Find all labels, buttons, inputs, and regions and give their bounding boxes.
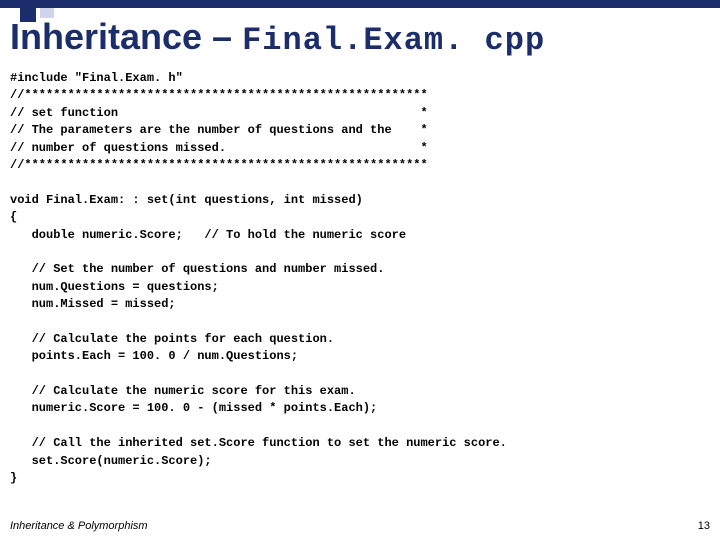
code-line: points.Each = 100. 0 / num.Questions;	[10, 349, 298, 363]
code-line: double numeric.Score; // To hold the num…	[10, 228, 406, 242]
code-line: void Final.Exam: : set(int questions, in…	[10, 193, 363, 207]
code-line: set.Score(numeric.Score);	[10, 454, 212, 468]
title-text-2: Final.Exam. cpp	[242, 22, 545, 59]
code-line: // Calculate the points for each questio…	[10, 332, 334, 346]
code-line: #include "Final.Exam. h"	[10, 71, 183, 85]
code-line: {	[10, 210, 17, 224]
code-line: // Call the inherited set.Score function…	[10, 436, 507, 450]
slide-title: Inheritance – Final.Exam. cpp	[10, 16, 710, 59]
code-line: //**************************************…	[10, 158, 428, 172]
code-line: // set function *	[10, 106, 428, 120]
code-line: // Calculate the numeric score for this …	[10, 384, 356, 398]
top-accent-bar	[0, 0, 720, 8]
code-line: //**************************************…	[10, 88, 428, 102]
code-line: // The parameters are the number of ques…	[10, 123, 428, 137]
code-line: numeric.Score = 100. 0 - (missed * point…	[10, 401, 377, 415]
slide: Inheritance – Final.Exam. cpp #include "…	[0, 0, 720, 540]
code-block: #include "Final.Exam. h" //*************…	[10, 70, 700, 487]
code-line: // number of questions missed. *	[10, 141, 428, 155]
code-line: num.Missed = missed;	[10, 297, 176, 311]
code-line: }	[10, 471, 17, 485]
page-number: 13	[698, 520, 710, 532]
title-text-1: Inheritance –	[10, 16, 242, 57]
code-line: // Set the number of questions and numbe…	[10, 262, 384, 276]
code-line: num.Questions = questions;	[10, 280, 219, 294]
footer-topic: Inheritance & Polymorphism	[10, 520, 148, 532]
